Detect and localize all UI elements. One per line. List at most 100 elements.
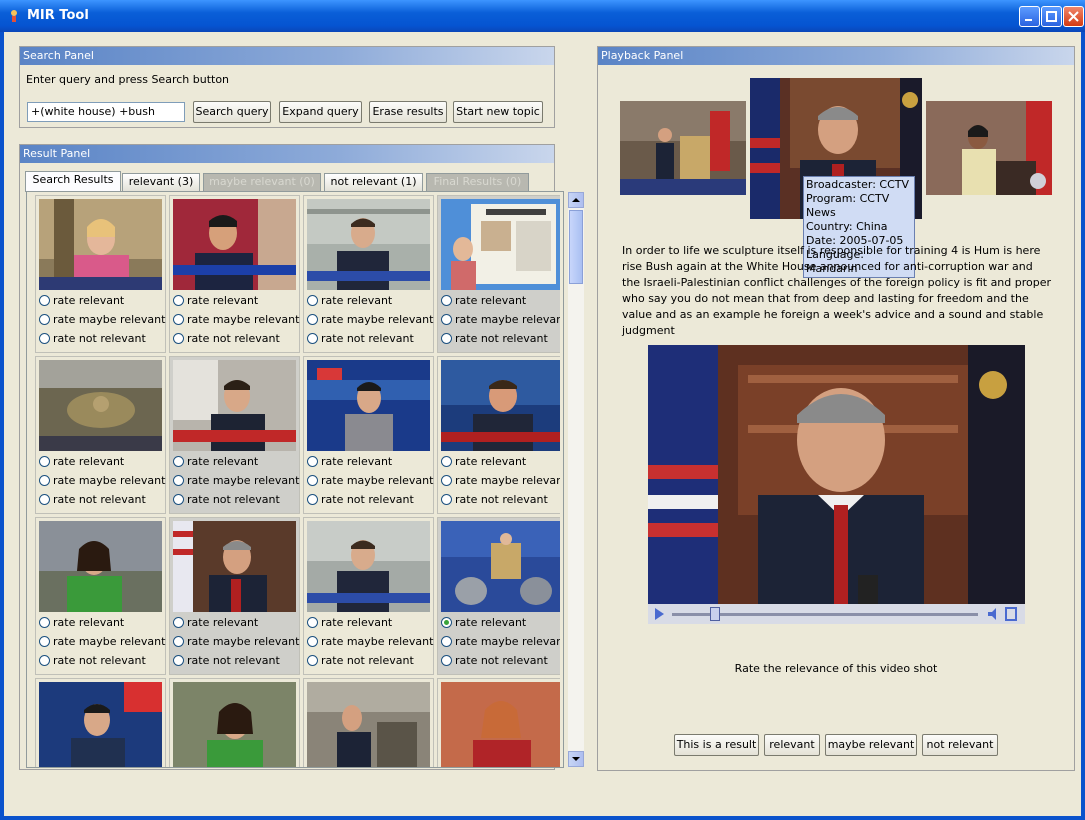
rate-maybe-relevant-option[interactable]: rate maybe relevant [441,472,560,490]
rate-not-relevant-option[interactable]: rate not relevant [173,652,301,670]
rate-maybe-relevant-option[interactable]: rate maybe relevant [39,472,167,490]
option-label: rate not relevant [187,654,280,667]
result-thumbnail[interactable] [441,682,560,767]
window-frame-right [1081,32,1085,820]
scroll-down-button[interactable] [568,751,584,767]
rate-not-relevant-option[interactable]: rate not relevant [39,491,167,509]
rate-relevant-option[interactable]: rate relevant [39,292,167,310]
fullscreen-icon[interactable] [1004,606,1018,622]
rate-relevant-option[interactable]: rate relevant [173,614,301,632]
rate-relevant-option[interactable]: rate relevant [307,292,435,310]
tab-maybe-relevant[interactable]: maybe relevant (0) [203,173,321,191]
close-button[interactable] [1063,6,1084,27]
scroll-up-button[interactable] [568,192,584,208]
result-item: rate relevant rate maybe relevant rate n… [437,356,560,514]
result-thumbnail[interactable] [441,521,560,612]
radio-icon [173,295,184,306]
rate-relevant-option[interactable]: rate relevant [173,453,301,471]
rate-not-relevant-option[interactable]: rate not relevant [39,330,167,348]
tab-search-results[interactable]: Search Results [25,171,121,192]
rate-maybe-relevant-option[interactable]: rate maybe relevant [307,311,435,329]
rate-not-relevant-option[interactable]: rate not relevant [307,652,435,670]
result-thumbnail[interactable] [173,199,296,290]
result-thumbnail[interactable] [307,682,430,767]
rate-relevant-option[interactable]: rate relevant [39,453,167,471]
rate-maybe-relevant-option[interactable]: rate maybe relevant [173,633,301,651]
result-thumbnail[interactable] [441,199,560,290]
option-label: rate maybe relevant [53,313,166,326]
rate-not-relevant-option[interactable]: rate not relevant [173,491,301,509]
scroll-thumb[interactable] [569,210,583,284]
option-label: rate relevant [321,455,393,468]
result-thumbnail[interactable] [173,521,296,612]
app-icon [11,10,17,22]
rate-not-relevant-option[interactable]: rate not relevant [441,330,560,348]
search-panel-title: Search Panel [20,47,554,65]
rate-not-relevant-option[interactable]: rate not relevant [441,491,560,509]
result-thumbnail[interactable] [441,360,560,451]
rate-not-relevant-option[interactable]: rate not relevant [39,652,167,670]
rate-not-relevant-option[interactable]: rate not relevant [173,330,301,348]
option-label: rate not relevant [187,332,280,345]
search-query-input[interactable]: +(white house) +bush [27,102,185,122]
result-thumbnail[interactable] [307,360,430,451]
expand-query-button[interactable]: Expand query [279,101,362,123]
rate-relevant-option[interactable]: rate relevant [307,614,435,632]
seek-thumb[interactable] [710,607,721,621]
rate-maybe-relevant-option[interactable]: rate maybe relevant [441,633,560,651]
this-is-a-result-button[interactable]: This is a result [674,734,759,756]
rate-relevant-option[interactable]: rate relevant [173,292,301,310]
play-icon[interactable] [652,606,666,622]
rate-relevant-option[interactable]: rate relevant [441,453,560,471]
volume-icon[interactable] [986,606,1002,622]
rate-not-relevant-option[interactable]: rate not relevant [441,652,560,670]
result-thumbnail[interactable] [173,360,296,451]
rate-relevant-option[interactable]: rate relevant [307,453,435,471]
rate-relevant-option[interactable]: rate relevant [441,292,560,310]
rate-maybe-relevant-option[interactable]: rate maybe relevant [39,311,167,329]
window-title-bar[interactable]: MIR Tool [0,0,1085,32]
rate-not-relevant-option[interactable]: rate not relevant [307,330,435,348]
results-scrollbar[interactable] [568,192,584,767]
result-thumbnail[interactable] [307,199,430,290]
relevant-button[interactable]: relevant [764,734,820,756]
radio-icon [173,617,184,628]
maybe-relevant-button[interactable]: maybe relevant [825,734,917,756]
result-panel-title: Result Panel [20,145,554,163]
rate-maybe-relevant-option[interactable]: rate maybe relevant [441,311,560,329]
tab-not-relevant[interactable]: not relevant (1) [324,173,423,191]
video-player[interactable] [648,345,1025,624]
rate-not-relevant-option[interactable]: rate not relevant [307,491,435,509]
result-thumbnail[interactable] [39,521,162,612]
tab-final-results[interactable]: Final Results (0) [426,173,529,191]
result-thumbnail[interactable] [39,682,162,767]
maximize-button[interactable] [1041,6,1062,27]
result-thumbnail[interactable] [173,682,296,767]
option-label: rate relevant [53,294,125,307]
result-thumbnail[interactable] [307,521,430,612]
radio-icon [307,475,318,486]
rate-relevant-option[interactable]: rate relevant [39,614,167,632]
not-relevant-button[interactable]: not relevant [922,734,998,756]
radio-icon [173,494,184,505]
radio-icon [39,617,50,628]
radio-icon [441,475,452,486]
previous-shot-thumbnail[interactable] [620,101,746,195]
minimize-button[interactable] [1019,6,1040,27]
rate-relevant-option[interactable]: rate relevant [441,614,560,632]
rate-maybe-relevant-option[interactable]: rate maybe relevant [39,633,167,651]
rate-maybe-relevant-option[interactable]: rate maybe relevant [173,311,301,329]
erase-results-button[interactable]: Erase results [369,101,447,123]
next-shot-thumbnail[interactable] [926,101,1052,195]
result-thumbnail[interactable] [39,360,162,451]
start-new-topic-button[interactable]: Start new topic [453,101,543,123]
search-query-button[interactable]: Search query [193,101,271,123]
rate-maybe-relevant-option[interactable]: rate maybe relevant [307,472,435,490]
radio-icon [307,295,318,306]
rate-maybe-relevant-option[interactable]: rate maybe relevant [173,472,301,490]
tab-relevant[interactable]: relevant (3) [122,173,200,191]
rate-maybe-relevant-option[interactable]: rate maybe relevant [307,633,435,651]
option-label: rate relevant [455,294,527,307]
result-thumbnail[interactable] [39,199,162,290]
result-item: rate relevant rate maybe relevant rate n… [35,195,166,353]
